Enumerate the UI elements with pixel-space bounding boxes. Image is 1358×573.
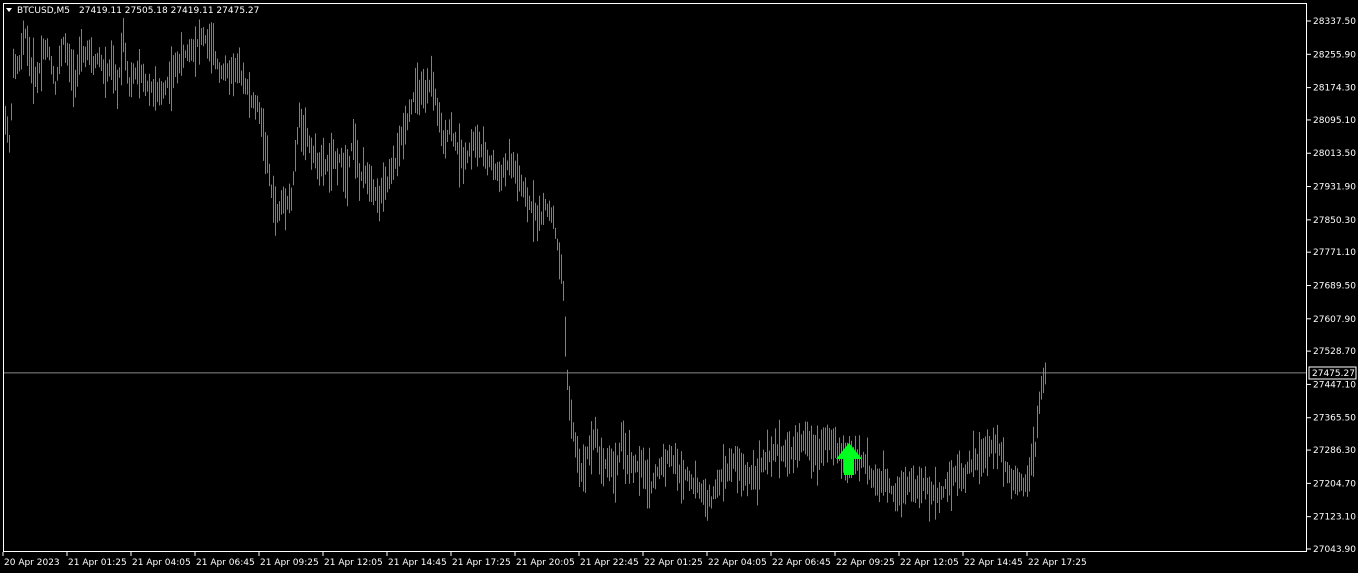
time-tick-label: 22 Apr 04:05 [708,558,767,568]
price-chart[interactable]: 28337.50 28255.90 28174.30 28095.10 28013.50… [0,0,1358,573]
time-tick-label: 21 Apr 20:05 [516,558,575,568]
time-tick-label: 22 Apr 12:05 [900,558,959,568]
time-tick-label: 21 Apr 01:25 [68,558,127,568]
price-tick-label: 27850.30 [1313,216,1356,226]
price-tick-label: 28337.50 [1313,17,1356,27]
time-tick-label: 20 Apr 2023 [4,558,60,568]
time-tick-label: 21 Apr 17:25 [452,558,511,568]
price-tick-label: 27771.10 [1313,248,1356,258]
price-tick-label: 27607.90 [1313,315,1356,325]
time-tick-label: 21 Apr 22:45 [580,558,639,568]
time-tick-label: 21 Apr 12:05 [324,558,383,568]
time-tick-label: 22 Apr 17:25 [1028,558,1087,568]
price-tick-label: 28255.90 [1313,50,1356,60]
price-tick-label: 27447.10 [1313,380,1356,390]
time-tick-label: 22 Apr 09:25 [836,558,895,568]
price-tick-label: 27528.70 [1313,347,1356,357]
price-tick-label: 28174.30 [1313,84,1356,94]
price-tick-label: 28013.50 [1313,149,1356,159]
time-tick-label: 21 Apr 09:25 [260,558,319,568]
chart-header: BTCUSD,M5 27419.11 27505.18 27419.11 274… [6,6,259,16]
time-tick-label: 21 Apr 14:45 [388,558,447,568]
price-tick-label: 27123.10 [1313,513,1356,523]
symbol-label: BTCUSD,M5 [17,6,70,16]
time-tick-label: 22 Apr 01:25 [644,558,703,568]
price-tick-label: 27204.70 [1313,479,1356,489]
time-tick-label: 21 Apr 06:45 [196,558,255,568]
time-tick-label: 22 Apr 06:45 [772,558,831,568]
price-tick-label: 27286.30 [1313,446,1356,456]
chart-background [0,0,1358,573]
ohlc-values: 27419.11 27505.18 27419.11 27475.27 [79,6,259,16]
current-price-tag: 27475.27 [1308,366,1357,380]
time-tick-label: 22 Apr 14:45 [964,558,1023,568]
price-tick-label: 28095.10 [1313,116,1356,126]
price-tick-label: 27365.50 [1313,414,1356,424]
price-tick-label: 27931.90 [1313,183,1356,193]
time-tick-label: 21 Apr 04:05 [132,558,191,568]
price-tick-label: 27043.90 [1313,545,1356,555]
price-tick-label: 27689.50 [1313,281,1356,291]
current-price-label: 27475.27 [1312,369,1355,379]
